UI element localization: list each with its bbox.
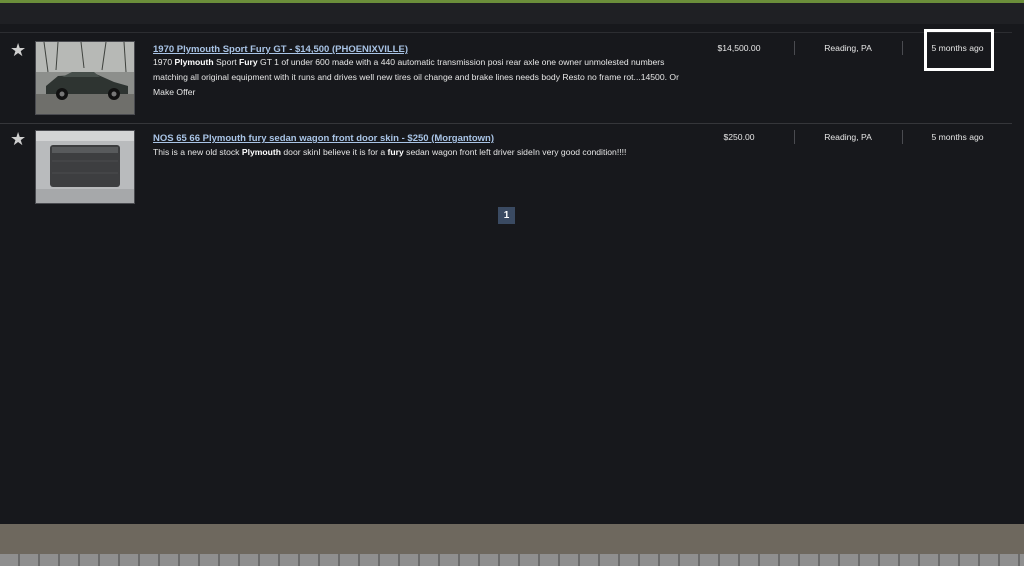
car-photo-icon — [36, 42, 134, 114]
star-icon[interactable]: ★ — [10, 130, 26, 148]
star-icon[interactable]: ★ — [10, 41, 26, 59]
highlight-box — [924, 29, 994, 71]
column-divider — [794, 130, 795, 144]
listing-title-link[interactable]: 1970 Plymouth Sport Fury GT - $14,500 (P… — [153, 44, 408, 55]
listing-row: ★ NOS 65 66 Plymouth fury sedan wagon fr… — [0, 123, 1012, 204]
listing-price: $250.00 — [723, 132, 755, 142]
top-bar — [0, 0, 1024, 24]
listing-age: 5 months ago — [931, 132, 984, 142]
footer-band — [0, 524, 1024, 554]
column-divider — [794, 41, 795, 55]
listing-location: Reading, PA — [824, 43, 872, 53]
top-accent-line — [0, 0, 1024, 3]
listing-row: ★ 1970 Plymouth Sport Fury GT - $14,500 … — [0, 32, 1012, 124]
listing-title-link[interactable]: NOS 65 66 Plymouth fury sedan wagon fron… — [153, 133, 494, 144]
listing-thumbnail[interactable] — [35, 41, 135, 115]
listing-location: Reading, PA — [824, 132, 872, 142]
column-divider — [902, 41, 903, 55]
pagination-page-button[interactable]: 1 — [498, 207, 515, 224]
column-divider — [902, 130, 903, 144]
footer-strip — [0, 554, 1024, 566]
listing-description: This is a new old stock Plymouth door sk… — [153, 147, 627, 157]
listing-description: 1970 Plymouth Sport Fury GT 1 of under 6… — [153, 57, 679, 97]
door-skin-photo-icon — [36, 131, 134, 203]
listing-thumbnail[interactable] — [35, 130, 135, 204]
listing-price: $14,500.00 — [717, 43, 761, 53]
